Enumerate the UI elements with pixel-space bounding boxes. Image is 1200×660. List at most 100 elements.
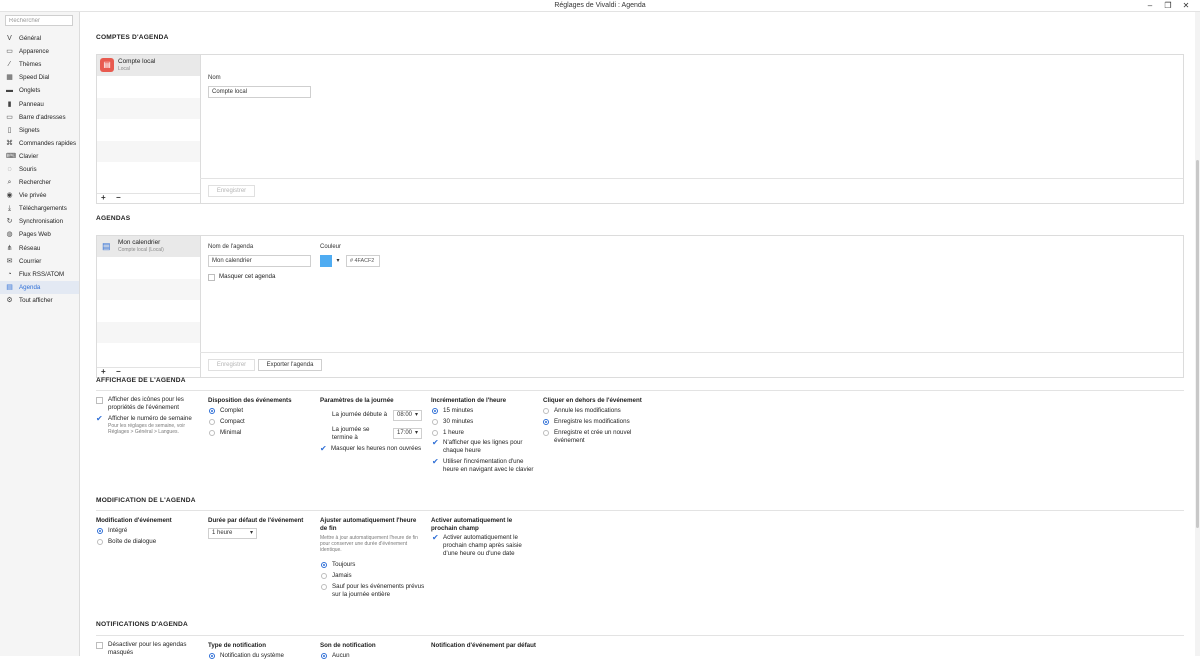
show-icons-checkbox[interactable] [96,397,103,404]
click-save-radio[interactable] [543,419,549,425]
day-start-select[interactable]: 08:00 ▾ [393,410,422,421]
hide-calendar-checkbox[interactable] [208,274,215,281]
click-cancel-radio[interactable] [543,408,549,414]
window-title: Réglages de Vivaldi : Agenda [554,2,646,9]
sidebar-item-bookmarks[interactable]: ▯ Signets [0,124,79,137]
sidebar-item-themes[interactable]: ⁄ Thèmes [0,58,79,71]
sidebar-item-downloads[interactable]: ⤓ Téléchargements [0,202,79,215]
edit-dialog-radio[interactable] [97,539,103,545]
save-calendar-button[interactable]: Enregistrer [208,359,255,371]
gear-icon: ⚙ [6,296,13,304]
list-item [97,322,200,344]
sidebar-item-label: Barre d'adresses [19,113,66,121]
add-account-button[interactable]: + [101,194,106,202]
inc-15-radio[interactable] [432,408,438,414]
save-account-button[interactable]: Enregistrer [208,185,255,197]
show-week-checkbox[interactable] [96,414,103,423]
layout-compact-radio[interactable] [209,419,215,425]
sidebar-item-feeds[interactable]: ◔ Flux RSS/ATOM [0,268,79,281]
sidebar-item-panel[interactable]: ▮ Panneau [0,97,79,110]
main-scrollbar[interactable] [1195,12,1200,656]
notification-system-radio[interactable] [209,653,215,659]
color-hex-input[interactable]: # 4FACF2 [346,255,380,267]
calendar-name-label: Nom de l'agenda [208,244,254,250]
settings-search-input[interactable] [5,15,73,26]
settings-nav: V Général ▭ Apparence ⁄ Thèmes ▦ Speed Dial … [0,32,79,307]
remove-calendar-button[interactable]: − [116,368,121,376]
sidebar-item-webpages[interactable]: ◍ Pages Web [0,228,79,241]
calendars-list: ▤ Mon calendrier Compte local (Local) + … [97,236,201,377]
sidebar-item-mail[interactable]: ✉ Courrier [0,255,79,268]
eye-icon: ◉ [6,192,13,200]
restore-icon[interactable]: ❐ [1161,1,1175,10]
sidebar-item-search[interactable]: ⌕ Rechercher [0,176,79,189]
sidebar-item-appearance[interactable]: ▭ Apparence [0,45,79,58]
sidebar-item-label: Pages Web [19,231,51,239]
disable-hidden-checkbox[interactable] [96,642,103,649]
accounts-footer: Enregistrer [200,178,1183,203]
sidebar-item-tabs[interactable]: ▬ Onglets [0,84,79,97]
sidebar-item-speed-dial[interactable]: ▦ Speed Dial [0,71,79,84]
section-divider [96,510,1184,511]
remove-account-button[interactable]: − [116,194,121,202]
close-icon[interactable]: ✕ [1179,1,1193,10]
sidebar-item-address-bar[interactable]: ▭ Barre d'adresses [0,111,79,124]
sidebar-item-mouse[interactable]: ◌ Souris [0,163,79,176]
sidebar-item-show-all[interactable]: ⚙ Tout afficher [0,294,79,307]
export-calendar-button[interactable]: Exporter l'agenda [258,359,322,371]
scrollbar-thumb[interactable] [1196,160,1199,528]
notification-sound-title: Son de notification [320,642,376,649]
day-end-select[interactable]: 17:00 ▾ [393,428,422,439]
calendar-name-input[interactable]: Mon calendrier [208,255,311,267]
quick-commands-icon: ⌘ [6,139,13,147]
inc-30-radio[interactable] [432,419,438,425]
sidebar-item-calendar[interactable]: ▤ Agenda [0,280,79,294]
hour-lines-checkbox[interactable] [432,438,439,447]
sidebar-item-general[interactable]: V Général [0,32,79,45]
grid-icon: ▦ [6,74,13,82]
edit-heading: MODIFICATION DE L'AGENDA [96,497,196,504]
auto-end-except-radio[interactable] [321,584,327,590]
sidebar-item-label: Souris [19,165,37,173]
default-duration-select[interactable]: 1 heure ▾ [208,528,257,539]
calendar-item[interactable]: ▤ Mon calendrier Compte local (Local) [97,236,200,258]
layout-full-radio[interactable] [209,408,215,414]
click-save-new-radio[interactable] [543,430,549,436]
sidebar-item-network[interactable]: ⋔ Réseau [0,242,79,255]
auto-end-help: Mettre à jour automatiquement l'heure de… [320,535,418,553]
account-item-title: Compte local [118,58,156,65]
keyboard-increment-checkbox[interactable] [432,457,439,466]
sidebar-item-sync[interactable]: ↻ Synchronisation [0,215,79,228]
color-swatch[interactable] [320,255,332,267]
search-icon: ⌕ [7,179,12,187]
keyboard-icon: ⌨ [6,152,17,160]
sidebar-item-quick-commands[interactable]: ⌘ Commandes rapides [0,137,79,150]
layout-minimal-label: Minimal [220,429,242,436]
sidebar-item-keyboard[interactable]: ⌨ Clavier [0,150,79,163]
sidebar-item-label: Vie privée [19,192,47,200]
auto-end-always-radio[interactable] [321,562,327,568]
hide-calendar-label: Masquer cet agenda [219,273,276,280]
sidebar-item-label: Courrier [19,257,42,265]
edit-inline-radio[interactable] [97,528,103,534]
sidebar-item-privacy[interactable]: ◉ Vie privée [0,189,79,202]
sound-none-radio[interactable] [321,653,327,659]
v-icon: V [7,35,12,43]
calendar-account-icon: ▤ [100,58,114,72]
settings-content: COMPTES D'AGENDA ▤ Compte local Local + … [80,12,1195,659]
hide-nonwork-checkbox[interactable] [320,444,327,453]
list-item [97,301,200,322]
minimize-icon[interactable]: – [1143,1,1157,10]
add-calendar-button[interactable]: + [101,368,106,376]
chevron-down-icon[interactable]: ▾ [334,255,342,267]
layout-minimal-radio[interactable] [209,430,215,436]
inc-60-radio[interactable] [432,430,438,436]
account-item[interactable]: ▤ Compte local Local [97,55,200,77]
auto-end-never-radio[interactable] [321,573,327,579]
event-edit-title: Modification d'événement [96,517,172,524]
sidebar-item-label: Rechercher [19,179,51,187]
auto-next-checkbox[interactable] [432,533,439,542]
notification-type-title: Type de notification [208,642,266,649]
mouse-icon: ◌ [7,165,12,173]
account-name-input[interactable]: Compte local [208,86,311,98]
